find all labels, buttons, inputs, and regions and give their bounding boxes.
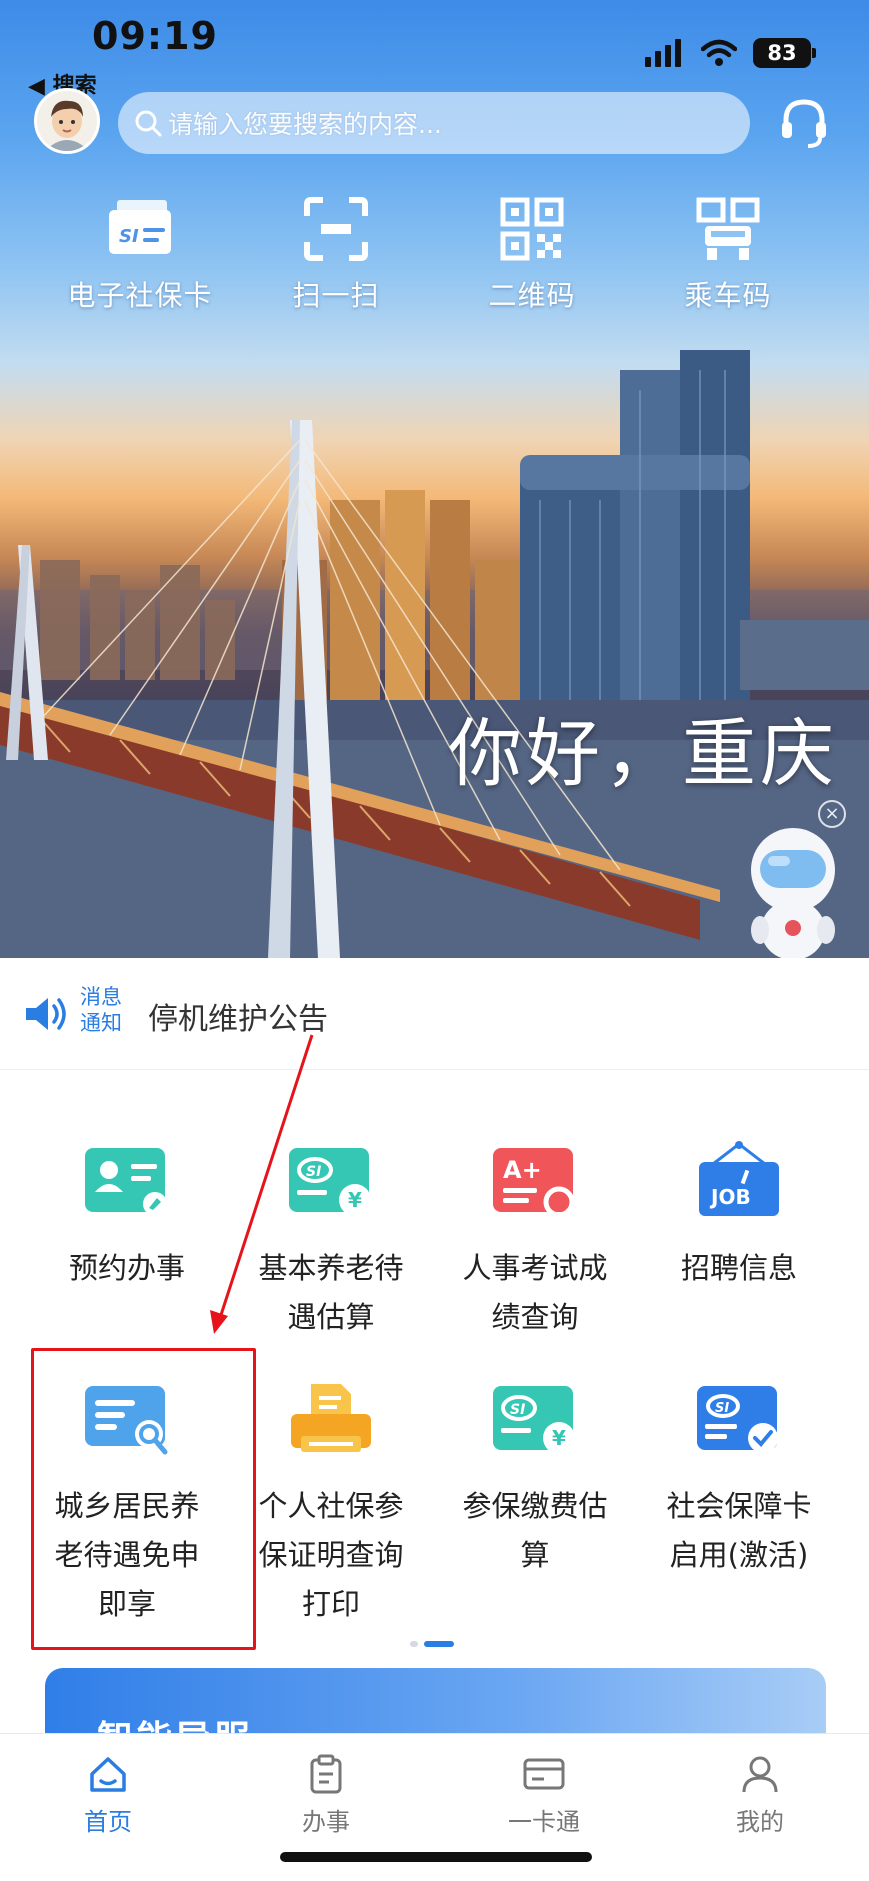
service-label-line: 人事考试成 xyxy=(462,1251,608,1285)
svg-text:SI: SI xyxy=(715,1401,729,1416)
service-label-line: 预约办事 xyxy=(68,1251,185,1285)
service-label-line: 招聘信息 xyxy=(680,1251,797,1285)
svg-text:A+: A+ xyxy=(503,1156,542,1184)
page-dot-active xyxy=(424,1641,454,1647)
service-label: 个人社保参 保证明查询 打印 xyxy=(231,1482,431,1629)
tab-label: 我的 xyxy=(736,1808,784,1836)
service-appointment[interactable]: 预约办事 xyxy=(27,1140,227,1293)
service-label: 人事考试成 绩查询 xyxy=(435,1244,635,1342)
service-card-activation[interactable]: SI 社会保障卡 启用(激活) xyxy=(639,1378,839,1580)
service-payment-estimate[interactable]: SI ¥ 参保缴费估 算 xyxy=(435,1378,635,1580)
tab-home[interactable]: 首页 xyxy=(48,1754,168,1837)
service-label: 参保缴费估 算 xyxy=(435,1482,635,1580)
service-label-line: 个人社保参 xyxy=(258,1489,404,1523)
payment-estimate-icon: SI ¥ xyxy=(487,1378,583,1462)
service-label: 预约办事 xyxy=(27,1244,227,1293)
tab-mine[interactable]: 我的 xyxy=(700,1754,820,1837)
service-pension-estimate[interactable]: SI ¥ 基本养老待 遇估算 xyxy=(231,1140,431,1342)
service-label-line: 启用(激活) xyxy=(669,1538,809,1572)
svg-text:SI: SI xyxy=(510,1402,525,1418)
page-dot xyxy=(410,1641,418,1647)
service-label: 基本养老待 遇估算 xyxy=(231,1244,431,1342)
svg-text:SI: SI xyxy=(306,1164,321,1180)
card-icon xyxy=(523,1758,565,1790)
service-insurance-certificate-print[interactable]: 个人社保参 保证明查询 打印 xyxy=(231,1378,431,1629)
service-label-line: 基本养老待 xyxy=(258,1251,404,1285)
service-label-line: 社会保障卡 xyxy=(666,1489,812,1523)
service-label-line: 打印 xyxy=(301,1587,360,1621)
tab-services[interactable]: 办事 xyxy=(266,1754,386,1837)
tab-label: 首页 xyxy=(84,1808,132,1836)
tab-card[interactable]: 一卡通 xyxy=(484,1754,604,1837)
job-icon: JOB xyxy=(691,1140,787,1224)
home-icon xyxy=(90,1757,126,1792)
svg-text:¥: ¥ xyxy=(552,1426,566,1450)
service-label: 招聘信息 xyxy=(639,1244,839,1293)
clipboard-icon xyxy=(310,1754,342,1794)
page-indicator xyxy=(410,1641,454,1647)
tab-label: 办事 xyxy=(302,1808,350,1836)
svg-text:¥: ¥ xyxy=(348,1188,362,1212)
app-screen: 09:19 ◀ 搜索 83 请输入您要搜索的内容... SI 电子社保卡 扫一扫… xyxy=(0,0,869,1881)
home-indicator xyxy=(280,1852,592,1862)
service-label-line: 绩查询 xyxy=(491,1300,579,1334)
highlight-box xyxy=(31,1348,256,1650)
pension-estimate-icon: SI ¥ xyxy=(283,1140,379,1224)
user-icon xyxy=(742,1756,778,1793)
svg-text:JOB: JOB xyxy=(709,1185,751,1209)
tab-label: 一卡通 xyxy=(508,1808,580,1836)
card-activate-icon: SI xyxy=(691,1378,787,1462)
exam-score-icon: A+ xyxy=(487,1140,583,1224)
service-exam-score[interactable]: A+ 人事考试成 绩查询 xyxy=(435,1140,635,1342)
service-label-line: 保证明查询 xyxy=(258,1538,404,1572)
service-job-info[interactable]: JOB 招聘信息 xyxy=(639,1140,839,1293)
service-label: 社会保障卡 启用(激活) xyxy=(639,1482,839,1580)
service-label-line: 遇估算 xyxy=(287,1300,375,1334)
printer-icon xyxy=(283,1378,379,1462)
service-label-line: 参保缴费估 xyxy=(462,1489,608,1523)
service-label-line: 算 xyxy=(520,1538,550,1572)
appointment-icon xyxy=(79,1140,175,1224)
